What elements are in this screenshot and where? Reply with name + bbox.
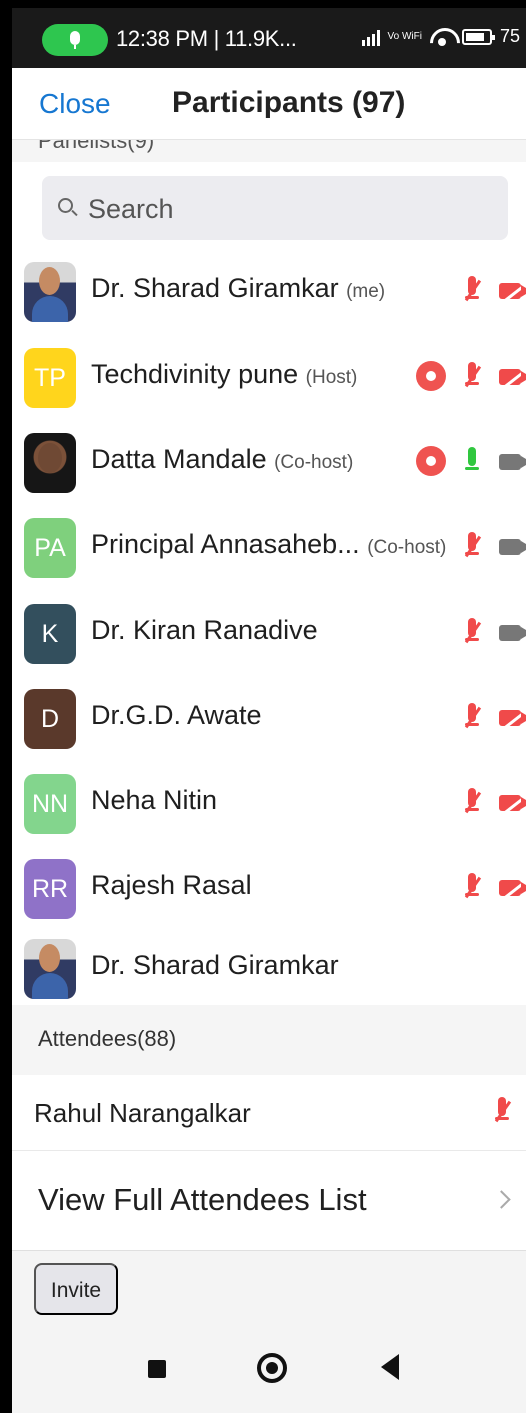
participant-row[interactable]: Datta Mandale (Co-host) [12,415,526,499]
view-full-attendees-list[interactable]: View Full Attendees List [12,1151,526,1251]
participant-row[interactable]: Dr. Sharad Giramkar (me) [12,244,526,328]
screen-frame-left [0,0,12,1413]
attendee-name: Rahul Narangalkar [34,1098,251,1128]
muted-video-icon [499,791,526,814]
participant-name: Datta Mandale (Co-host) [91,444,354,474]
back-icon[interactable] [381,1354,399,1380]
participant-row[interactable]: TP Techdivinity pune (Host) [12,330,526,414]
participant-row[interactable]: K Dr. Kiran Ranadive [12,586,526,670]
participant-status-icons [416,531,526,563]
participant-status-icons [416,361,526,393]
battery-icon [461,28,495,45]
participant-row[interactable]: RR Rajesh Rasal [12,841,526,925]
home-icon[interactable] [257,1353,287,1383]
avatar: NN [24,774,76,834]
avatar: K [24,604,76,664]
avatar: RR [24,859,76,919]
android-navigation-bar [12,1336,526,1413]
participant-name: Principal Annasaheb... (Co-host) [91,529,447,559]
participant-status-icons [416,872,526,904]
participant-status-icons [416,787,526,819]
participant-status-icons [416,275,526,307]
participant-name: Dr. Kiran Ranadive [91,615,318,645]
video-camera-icon [499,452,526,472]
panelists-section-header: Panelists(9) [12,140,526,162]
view-full-attendees-label: View Full Attendees List [38,1182,367,1217]
participant-role: (me) [346,281,386,302]
participant-status-icons [416,702,526,734]
page-title: Participants (97) [172,86,406,119]
participant-row[interactable]: D Dr.G.D. Awate [12,671,526,755]
microphone-icon [70,31,80,49]
avatar: PA [24,518,76,578]
participant-name: Dr. Sharad Giramkar [91,950,339,980]
recording-icon [416,361,446,391]
muted-microphone-icon [462,617,482,649]
search-placeholder: Search [88,194,174,224]
muted-microphone-icon [462,787,482,819]
avatar [24,939,76,999]
close-button[interactable]: Close [39,88,111,120]
invite-button[interactable]: Invite [34,1263,118,1315]
recent-apps-icon[interactable] [148,1360,166,1378]
attendees-section-label: Attendees(88) [38,1026,177,1051]
attendee-row[interactable]: Rahul Narangalkar [12,1075,526,1151]
avatar [24,262,76,322]
muted-video-icon [499,706,526,729]
muted-microphone-icon [462,361,482,393]
muted-microphone-icon [492,1096,512,1128]
status-bar: 12:38 PM | 11.9K... Vo WiFi 75 [12,8,526,68]
participant-row[interactable]: NN Neha Nitin [12,756,526,840]
search-input[interactable]: Search [42,176,508,240]
muted-video-icon [499,876,526,899]
video-camera-icon [499,537,526,557]
participant-name: Dr.G.D. Awate [91,700,262,730]
volte-wifi-icon: Vo WiFi [387,31,422,42]
participant-status-icons [416,617,526,649]
participant-name: Techdivinity pune (Host) [91,359,358,389]
recording-icon [416,446,446,476]
wifi-icon [430,28,454,46]
participant-name: Rajesh Rasal [91,870,252,900]
avatar: TP [24,348,76,408]
battery-percentage: 75 [499,26,520,46]
participant-name: Neha Nitin [91,785,218,815]
muted-video-icon [499,279,526,302]
call-indicator[interactable] [42,24,108,56]
avatar: D [24,689,76,749]
muted-microphone-icon [462,872,482,904]
signal-icon [361,28,380,46]
participant-name: Dr. Sharad Giramkar (me) [91,273,386,303]
participant-role: (Co-host) [274,452,354,473]
avatar [24,433,76,493]
search-icon [58,198,73,213]
panelists-section-label: Panelists(9) [38,140,155,153]
microphone-icon [462,446,480,478]
muted-video-icon [499,365,526,388]
participant-status-icons [416,952,526,984]
screen-frame-top [0,0,526,8]
participant-role: (Host) [305,367,358,388]
participants-screen: 12:38 PM | 11.9K... Vo WiFi 75 Close Par… [0,0,526,1413]
attendees-section-header: Attendees(88) [12,1005,526,1075]
muted-microphone-icon [462,275,482,307]
muted-microphone-icon [462,531,482,563]
participant-row[interactable]: PA Principal Annasaheb... (Co-host) [12,500,526,584]
video-camera-icon [499,623,526,643]
muted-microphone-icon [462,702,482,734]
status-indicators: Vo WiFi 75 [361,26,520,47]
participants-header: Close Participants (97) [12,68,526,140]
participant-row[interactable]: Dr. Sharad Giramkar [12,921,526,1005]
status-time-and-speed: 12:38 PM | 11.9K... [116,26,297,51]
participant-status-icons [416,446,526,478]
invite-area: Invite [12,1251,526,1336]
chevron-right-icon [492,1190,511,1209]
